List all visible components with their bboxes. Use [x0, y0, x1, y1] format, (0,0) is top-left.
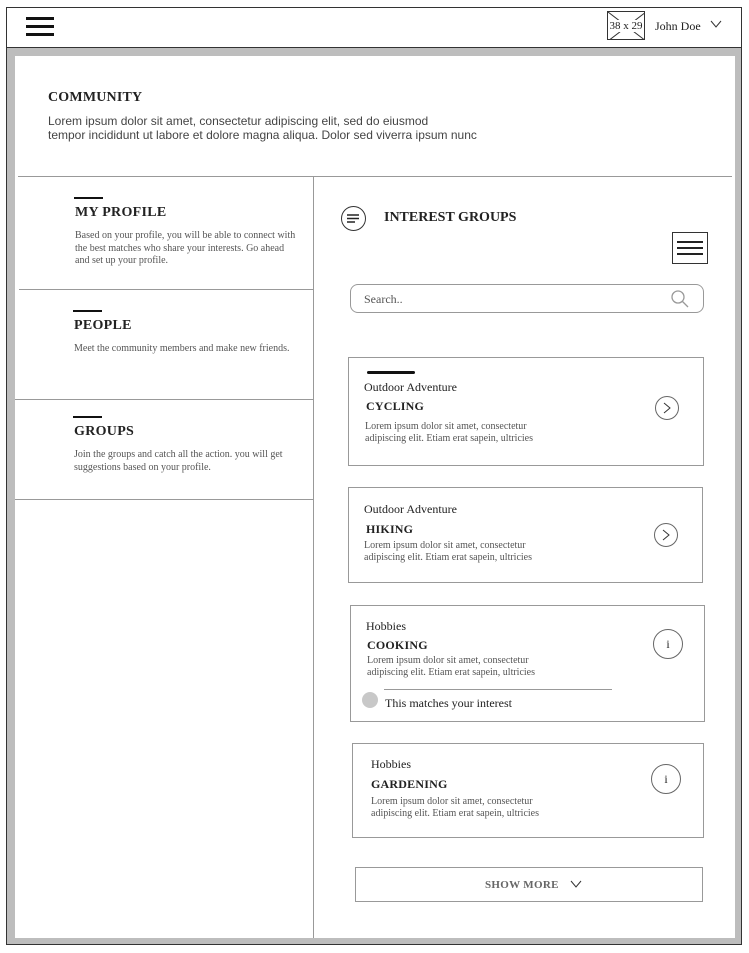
- main-content: COMMUNITY Lorem ipsum dolor sit amet, co…: [15, 56, 735, 938]
- sidebar-item-label: MY PROFILE: [75, 205, 167, 220]
- search-icon[interactable]: [670, 289, 690, 309]
- search-input[interactable]: [362, 291, 656, 308]
- group-name: COOKING: [367, 638, 428, 652]
- menu-icon: [677, 241, 703, 243]
- chevron-right-icon[interactable]: [654, 523, 678, 547]
- accent-bar: [74, 197, 103, 199]
- group-card-gardening[interactable]: Hobbies GARDENING Lorem ipsum dolor sit …: [352, 743, 704, 838]
- top-bar: 38 x 29 John Doe: [7, 8, 741, 48]
- group-card-cycling[interactable]: Outdoor Adventure CYCLING Lorem ipsum do…: [348, 357, 704, 466]
- show-more-label: SHOW MORE: [485, 879, 559, 891]
- info-icon[interactable]: i: [651, 764, 681, 794]
- sidebar-item-people[interactable]: PEOPLE Meet the community members and ma…: [15, 290, 313, 399]
- list-menu-button[interactable]: [672, 232, 708, 264]
- chevron-down-icon: [570, 880, 582, 888]
- sidebar-item-label: PEOPLE: [74, 318, 132, 333]
- avatar[interactable]: 38 x 29: [607, 11, 645, 40]
- community-description: Lorem ipsum dolor sit amet, consectetur …: [48, 114, 508, 142]
- group-card-hiking[interactable]: Outdoor Adventure HIKING Lorem ipsum dol…: [348, 487, 703, 583]
- accent-bar: [367, 371, 415, 374]
- group-card-cooking[interactable]: Hobbies COOKING Lorem ipsum dolor sit am…: [350, 605, 705, 722]
- accent-bar: [73, 416, 102, 418]
- group-category: Outdoor Adventure: [364, 380, 457, 394]
- divider: [313, 177, 314, 938]
- sidebar-item-description: Meet the community members and make new …: [74, 343, 290, 354]
- community-description-line: tempor incididunt ut labore et dolore ma…: [48, 128, 477, 142]
- sidebar-item-description: Join the groups and catch all the action…: [74, 449, 283, 473]
- group-description: Lorem ipsum dolor sit amet, consectetur …: [365, 421, 534, 444]
- info-icon-label: i: [666, 636, 670, 651]
- group-name: GARDENING: [371, 777, 448, 791]
- group-name: CYCLING: [366, 399, 425, 413]
- avatar-placeholder-label: 38 x 29: [608, 19, 644, 32]
- accent-bar: [73, 310, 102, 312]
- match-indicator-icon: [362, 692, 378, 708]
- group-description: Lorem ipsum dolor sit amet, consectetur …: [364, 540, 533, 563]
- community-description-line: Lorem ipsum dolor sit amet, consectetur …: [48, 114, 429, 128]
- info-icon-label: i: [664, 771, 668, 786]
- match-text: This matches your interest: [385, 696, 512, 710]
- group-name: HIKING: [366, 522, 414, 536]
- info-icon[interactable]: i: [653, 629, 683, 659]
- chevron-down-icon[interactable]: [710, 20, 722, 28]
- group-category: Hobbies: [366, 619, 406, 633]
- interest-groups-icon: [341, 206, 366, 231]
- sidebar-item-description: Based on your profile, you will be able …: [75, 230, 296, 266]
- group-description: Lorem ipsum dolor sit amet, consectetur …: [367, 655, 536, 678]
- divider: [384, 689, 612, 690]
- sidebar-item-label: GROUPS: [74, 424, 135, 439]
- sidebar-item-groups[interactable]: GROUPS Join the groups and catch all the…: [15, 400, 313, 499]
- group-description: Lorem ipsum dolor sit amet, consectetur …: [371, 796, 540, 819]
- user-name[interactable]: John Doe: [655, 19, 701, 34]
- page-title: COMMUNITY: [48, 90, 143, 105]
- group-category: Outdoor Adventure: [364, 502, 457, 516]
- chevron-right-icon[interactable]: [655, 396, 679, 420]
- search-bar: [350, 284, 704, 313]
- group-category: Hobbies: [371, 757, 411, 771]
- hamburger-menu-icon[interactable]: [26, 16, 56, 38]
- show-more-button[interactable]: SHOW MORE: [355, 867, 703, 902]
- divider: [15, 499, 313, 500]
- sidebar-item-my-profile[interactable]: MY PROFILE Based on your profile, you wi…: [15, 177, 313, 289]
- section-title: INTEREST GROUPS: [384, 210, 517, 225]
